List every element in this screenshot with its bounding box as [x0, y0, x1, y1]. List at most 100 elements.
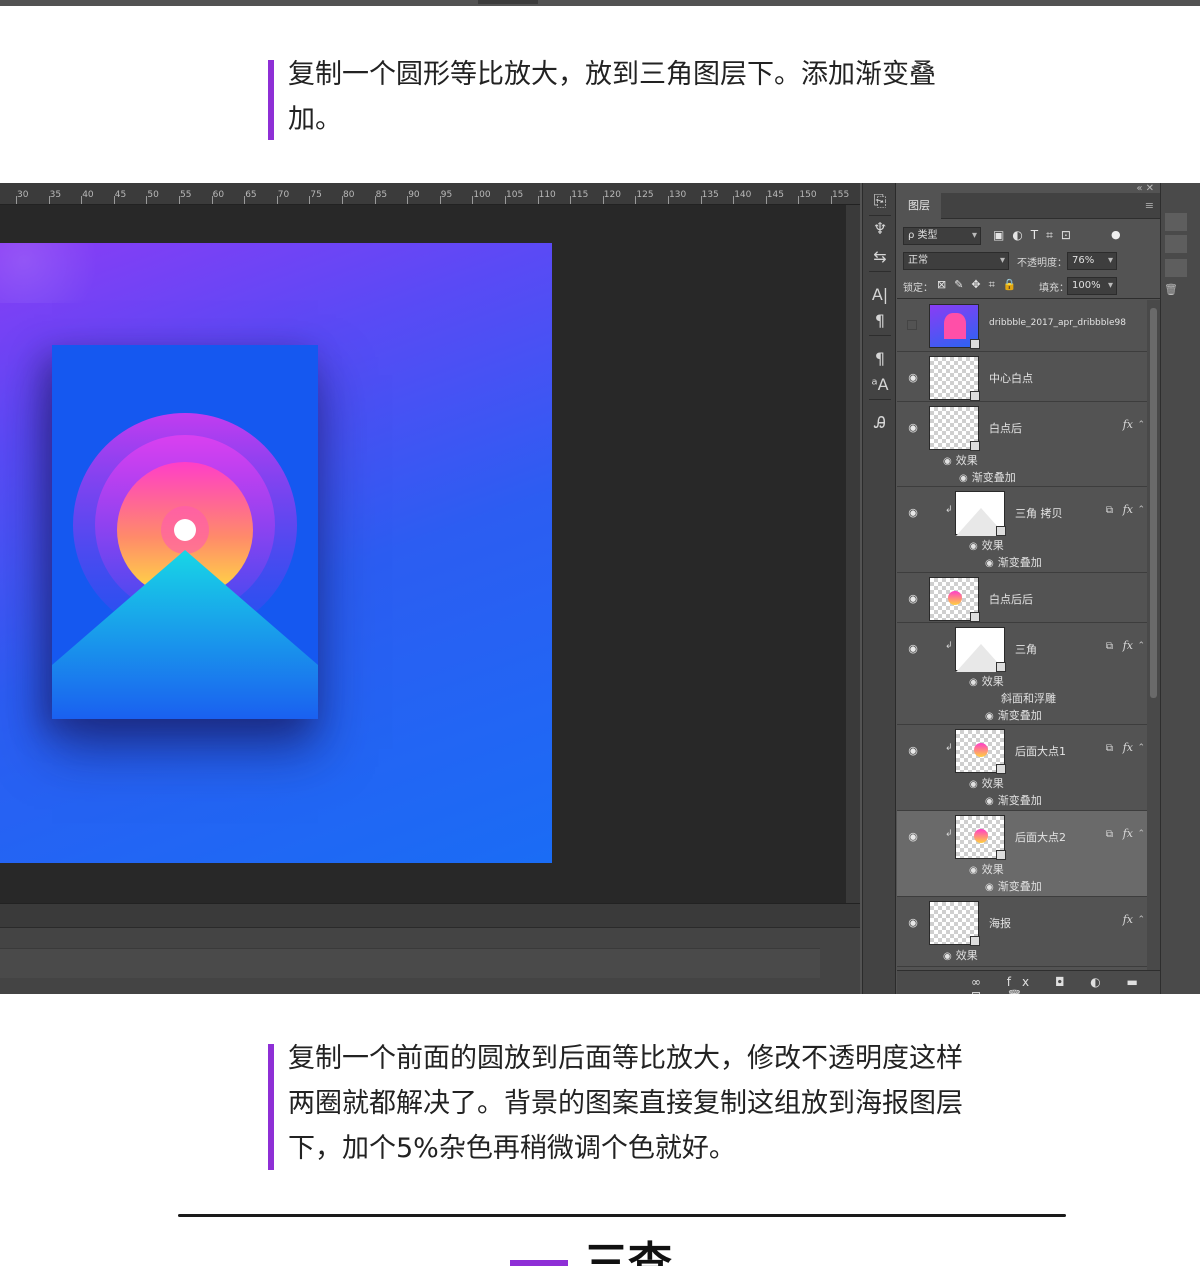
eye-hidden-icon[interactable] [907, 320, 917, 330]
blend-mode-select[interactable]: 正常 ▾ [903, 252, 1009, 270]
layer-name[interactable]: 后面大点2 [1015, 829, 1066, 845]
layer-effects-icon[interactable]: fx [1123, 639, 1133, 652]
eye-visible-icon[interactable]: ◉ [985, 711, 994, 722]
eye-visible-icon[interactable]: ◉ [907, 831, 919, 843]
expand-effects-icon[interactable]: ⌃ [1137, 743, 1145, 753]
effect-item[interactable]: ◉ 渐变叠加 [959, 469, 1016, 485]
paragraph-style-icon[interactable]: ¶ [863, 349, 897, 368]
opacity-input[interactable]: 76% ▾ [1067, 252, 1117, 270]
trash-icon[interactable]: 🗑 [1164, 283, 1178, 296]
canvas-horizontal-scrollbar[interactable] [0, 903, 860, 927]
layer-effects-icon[interactable]: fx [1123, 741, 1133, 754]
layer-row[interactable]: ◉ ↲ 后面大点1 ⧉ fx ⌃ ◉ 效果 ◉ 渐变叠加 [897, 725, 1147, 811]
layer-name[interactable]: 白点后 [989, 420, 1022, 436]
layer-thumbnail[interactable] [955, 491, 1006, 536]
layer-row[interactable]: ◉ 白点后后 [897, 573, 1147, 623]
eye-visible-icon[interactable]: ◉ [907, 593, 919, 605]
glyph-icon[interactable]: Ꭿ [863, 413, 897, 433]
layer-name[interactable]: dribbble_2017_apr_dribbble98 [989, 318, 1126, 328]
eye-visible-icon[interactable]: ◉ [969, 779, 978, 790]
history-icon[interactable]: ⎘ [863, 191, 897, 211]
eye-visible-icon[interactable]: ◉ [985, 882, 994, 893]
canvas-vertical-scrollbar[interactable] [846, 205, 860, 903]
eye-visible-icon[interactable]: ◉ [907, 917, 919, 929]
layer-name[interactable]: 后面大点1 [1015, 743, 1066, 759]
layer-action-icons[interactable]: ∞ fx ◘ ◐ ▬ ⊡ 🗑 [971, 975, 1160, 994]
layer-name[interactable]: 中心白点 [989, 370, 1033, 386]
filter-type-icons[interactable]: ▣◐T⌗⊡ [993, 228, 1079, 243]
layer-name[interactable]: 海报 [989, 915, 1011, 931]
expand-effects-icon[interactable]: ⌃ [1137, 641, 1145, 651]
effect-item[interactable]: 斜面和浮雕 [1001, 690, 1056, 706]
expand-effects-icon[interactable]: ⌃ [1137, 505, 1145, 515]
effect-name: 渐变叠加 [997, 880, 1042, 893]
layer-thumbnail[interactable] [955, 729, 1006, 774]
layer-list-scrollbar[interactable] [1147, 300, 1160, 970]
layer-row[interactable]: ◉ 中心白点 [897, 352, 1147, 402]
effects-group[interactable]: ◉ 效果 [969, 673, 1004, 689]
eye-visible-icon[interactable]: ◉ [985, 558, 994, 569]
layer-row[interactable]: ◉ 白点后 fx ⌃ ◉ 效果 ◉ 渐变叠加 [897, 402, 1147, 487]
scrollbar-grip[interactable] [1150, 308, 1157, 698]
eye-visible-icon[interactable]: ◉ [907, 422, 919, 434]
eye-visible-icon[interactable]: ◉ [907, 643, 919, 655]
filter-toggle-icon[interactable]: ● [1111, 228, 1121, 241]
layer-name[interactable]: 三角 [1015, 641, 1037, 657]
ruler-label: 95 [440, 190, 453, 200]
effect-item[interactable]: ◉ 渐变叠加 [985, 554, 1042, 570]
character-icon[interactable]: A| [863, 285, 897, 304]
layer-effects-icon[interactable]: fx [1123, 503, 1133, 516]
effect-item[interactable]: ◉ 渐变叠加 [985, 707, 1042, 723]
eye-visible-icon[interactable]: ◉ [943, 456, 952, 467]
panel-block[interactable] [1165, 235, 1187, 253]
eye-visible-icon[interactable]: ◉ [969, 541, 978, 552]
paragraph-icon[interactable]: ¶ [863, 311, 897, 330]
effects-group[interactable]: ◉ 效果 [943, 947, 978, 963]
effects-group[interactable]: ◉ 效果 [969, 537, 1004, 553]
fill-input[interactable]: 100% ▾ [1067, 277, 1117, 295]
eye-visible-icon[interactable]: ◉ [969, 677, 978, 688]
panel-menu-icon[interactable]: ≡ [1145, 199, 1154, 212]
effect-item[interactable]: ◉ 渐变叠加 [985, 878, 1042, 894]
layer-name[interactable]: 白点后后 [989, 591, 1033, 607]
layer-thumbnail[interactable] [929, 577, 980, 622]
brush-preset-icon[interactable]: ♆ [863, 219, 897, 238]
layer-row[interactable]: ◉ ↲ 三角 拷贝 ⧉ fx ⌃ ◉ 效果 ◉ 渐变叠加 [897, 487, 1147, 573]
layer-thumbnail[interactable] [929, 901, 980, 946]
canvas-workspace[interactable] [0, 205, 846, 903]
expand-effects-icon[interactable]: ⌃ [1137, 420, 1145, 430]
tab-layers[interactable]: 图层 [897, 193, 941, 219]
character-style-icon[interactable]: ᵃA [863, 375, 897, 394]
layer-row[interactable]: ◉ ↲ 三角 ⧉ fx ⌃ ◉ 效果 斜面和浮雕 ◉ 渐变叠加 [897, 623, 1147, 725]
layer-effects-icon[interactable]: fx [1123, 827, 1133, 840]
eye-visible-icon[interactable]: ◉ [969, 865, 978, 876]
layer-thumbnail[interactable] [955, 627, 1006, 672]
adjust-icon[interactable]: ⇆ [863, 247, 897, 266]
eye-visible-icon[interactable]: ◉ [959, 473, 968, 484]
layer-filter-select[interactable]: ρ 类型 ▾ [903, 227, 981, 245]
layer-name[interactable]: 三角 拷贝 [1015, 505, 1063, 521]
expand-effects-icon[interactable]: ⌃ [1137, 915, 1145, 925]
eye-visible-icon[interactable]: ◉ [943, 951, 952, 962]
layer-thumbnail[interactable] [955, 815, 1006, 860]
panel-block[interactable] [1165, 259, 1187, 277]
eye-visible-icon[interactable]: ◉ [907, 507, 919, 519]
effect-item[interactable]: ◉ 渐变叠加 [985, 792, 1042, 808]
layer-row[interactable]: dribbble_2017_apr_dribbble98 [897, 300, 1147, 352]
expand-effects-icon[interactable]: ⌃ [1137, 829, 1145, 839]
eye-visible-icon[interactable]: ◉ [907, 372, 919, 384]
effects-group[interactable]: ◉ 效果 [969, 861, 1004, 877]
eye-visible-icon[interactable]: ◉ [985, 796, 994, 807]
layer-thumbnail[interactable] [929, 304, 980, 349]
effects-group[interactable]: ◉ 效果 [943, 452, 978, 468]
eye-visible-icon[interactable]: ◉ [907, 745, 919, 757]
layer-effects-icon[interactable]: fx [1123, 913, 1133, 926]
layer-thumbnail[interactable] [929, 406, 980, 451]
layer-row[interactable]: ◉ ↲ 后面大点2 ⧉ fx ⌃ ◉ 效果 ◉ 渐变叠加 [897, 811, 1147, 897]
effects-group[interactable]: ◉ 效果 [969, 775, 1004, 791]
layer-row[interactable]: ◉ 海报 fx ⌃ ◉ 效果 [897, 897, 1147, 967]
layer-effects-icon[interactable]: fx [1123, 418, 1133, 431]
layer-thumbnail[interactable] [929, 356, 980, 401]
lock-icons[interactable]: ⊠✎✥⌗🔒 [937, 278, 1025, 292]
panel-block[interactable] [1165, 213, 1187, 231]
